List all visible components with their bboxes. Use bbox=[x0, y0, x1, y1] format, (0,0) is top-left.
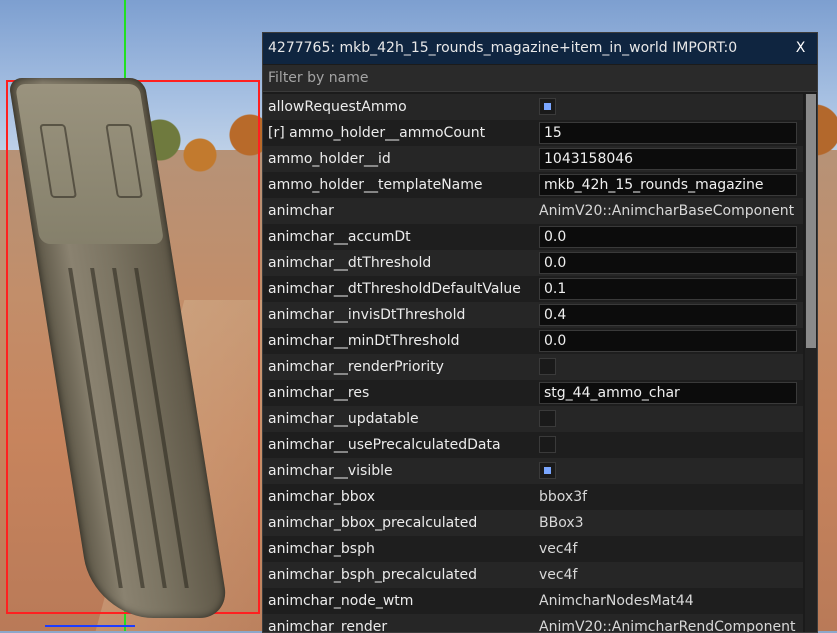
property-checkbox[interactable] bbox=[539, 358, 556, 375]
property-value-field[interactable]: 1043158046 bbox=[539, 148, 797, 170]
filter-bar bbox=[263, 65, 817, 92]
property-checkbox[interactable] bbox=[539, 98, 556, 115]
property-value-field[interactable]: mkb_42h_15_rounds_magazine bbox=[539, 174, 797, 196]
property-name: animchar_node_wtm bbox=[268, 593, 414, 609]
property-list: allowRequestAmmo [r] ammo_holder__ammoCou… bbox=[263, 94, 803, 632]
property-type-text: vec4f bbox=[539, 541, 578, 557]
property-row: animchar__accumDt 0.0 bbox=[263, 224, 803, 250]
property-name: animchar bbox=[268, 203, 334, 219]
property-row: animchar__usePrecalculatedData bbox=[263, 432, 803, 458]
property-name: allowRequestAmmo bbox=[268, 99, 407, 115]
property-name: animchar__visible bbox=[268, 463, 393, 479]
property-type-text: vec4f bbox=[539, 567, 578, 583]
property-value-field[interactable]: 0.0 bbox=[539, 330, 797, 352]
property-type-text: AnimV20::AnimcharBaseComponent bbox=[539, 203, 795, 219]
property-row: animchar_bsph_precalculated vec4f bbox=[263, 562, 803, 588]
property-name: animchar_bbox_precalculated bbox=[268, 515, 478, 531]
property-type-text: bbox3f bbox=[539, 489, 588, 505]
vertical-scrollbar[interactable] bbox=[805, 94, 817, 632]
property-name: animchar__usePrecalculatedData bbox=[268, 437, 501, 453]
close-button[interactable]: X bbox=[788, 36, 813, 61]
property-name: animchar_bsph bbox=[268, 541, 375, 557]
property-row: animchar__dtThreshold 0.0 bbox=[263, 250, 803, 276]
property-row: animchar_bsph vec4f bbox=[263, 536, 803, 562]
magazine-top-plate bbox=[14, 84, 165, 244]
property-value-field[interactable]: 0.0 bbox=[539, 226, 797, 248]
property-checkbox[interactable] bbox=[539, 410, 556, 427]
property-name: ammo_holder__id bbox=[268, 151, 391, 167]
property-name: animchar__minDtThreshold bbox=[268, 333, 460, 349]
magazine-slot bbox=[39, 124, 78, 198]
property-name: ammo_holder__templateName bbox=[268, 177, 483, 193]
x-axis-gizmo bbox=[45, 625, 135, 627]
property-value-field[interactable]: 0.4 bbox=[539, 304, 797, 326]
property-name: animchar__dtThreshold bbox=[268, 255, 432, 271]
property-row: animchar__minDtThreshold 0.0 bbox=[263, 328, 803, 354]
property-name: animchar__invisDtThreshold bbox=[268, 307, 466, 323]
property-value-field[interactable]: 15 bbox=[539, 122, 797, 144]
property-row: allowRequestAmmo bbox=[263, 94, 803, 120]
property-row: animchar AnimV20::AnimcharBaseComponent bbox=[263, 198, 803, 224]
property-value-field[interactable]: 0.0 bbox=[539, 252, 797, 274]
property-row: animchar_bbox bbox3f bbox=[263, 484, 803, 510]
property-name: [r] ammo_holder__ammoCount bbox=[268, 125, 486, 141]
property-row: animchar__invisDtThreshold 0.4 bbox=[263, 302, 803, 328]
property-type-text: AnimcharNodesMat44 bbox=[539, 593, 694, 609]
property-row: animchar_node_wtm AnimcharNodesMat44 bbox=[263, 588, 803, 614]
property-row: ammo_holder__id 1043158046 bbox=[263, 146, 803, 172]
magazine-rib bbox=[134, 268, 189, 588]
property-row: ammo_holder__templateName mkb_42h_15_roun… bbox=[263, 172, 803, 198]
window-title: 4277765: mkb_42h_15_rounds_magazine+item… bbox=[268, 40, 738, 56]
scrollbar-thumb[interactable] bbox=[806, 94, 816, 348]
property-row: animchar__renderPriority bbox=[263, 354, 803, 380]
property-name: animchar__dtThresholdDefaultValue bbox=[268, 281, 521, 297]
entity-inspector-window: 4277765: mkb_42h_15_rounds_magazine+item… bbox=[262, 32, 818, 633]
filter-input[interactable] bbox=[263, 67, 808, 89]
property-name: animchar_bsph_precalculated bbox=[268, 567, 477, 583]
property-name: animchar_bbox bbox=[268, 489, 376, 505]
property-value-field[interactable]: stg_44_ammo_char bbox=[539, 382, 797, 404]
window-titlebar[interactable]: 4277765: mkb_42h_15_rounds_magazine+item… bbox=[263, 33, 817, 64]
property-row: animchar_render AnimV20::AnimcharRendComp… bbox=[263, 614, 803, 632]
property-row: animchar__dtThresholdDefaultValue 0.1 bbox=[263, 276, 803, 302]
property-row: animchar__visible bbox=[263, 458, 803, 484]
magazine-slot bbox=[105, 124, 144, 198]
property-row: animchar_bbox_precalculated BBox3 bbox=[263, 510, 803, 536]
property-name: animchar__renderPriority bbox=[268, 359, 444, 375]
property-checkbox[interactable] bbox=[539, 462, 556, 479]
property-name: animchar__updatable bbox=[268, 411, 419, 427]
property-row: [r] ammo_holder__ammoCount 15 bbox=[263, 120, 803, 146]
property-row: animchar__updatable bbox=[263, 406, 803, 432]
property-type-text: BBox3 bbox=[539, 515, 584, 531]
property-name: animchar__accumDt bbox=[268, 229, 411, 245]
property-value-field[interactable]: 0.1 bbox=[539, 278, 797, 300]
property-row: animchar__res stg_44_ammo_char bbox=[263, 380, 803, 406]
property-name: animchar__res bbox=[268, 385, 370, 401]
property-checkbox[interactable] bbox=[539, 436, 556, 453]
